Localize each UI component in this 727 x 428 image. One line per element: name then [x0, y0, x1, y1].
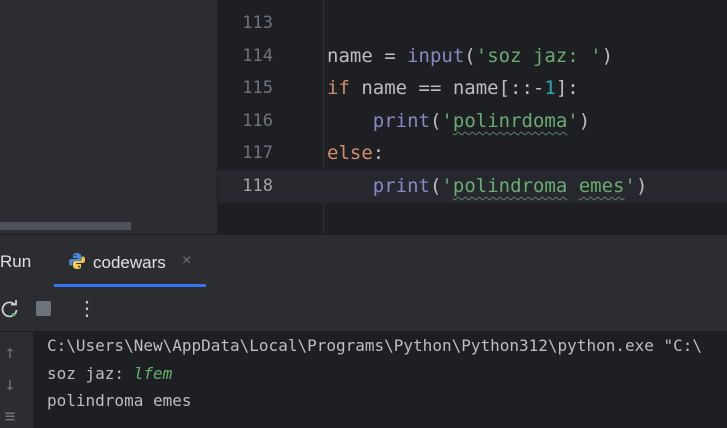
horizontal-scrollbar[interactable]: [0, 222, 131, 230]
close-icon[interactable]: ×: [182, 252, 191, 270]
typo-underline: emes: [578, 175, 625, 197]
run-toolbar: ⋮: [0, 287, 727, 332]
project-panel: [0, 0, 217, 234]
line-number: 114: [242, 46, 273, 66]
console-output-line: polindroma emes: [47, 391, 192, 410]
more-options-icon[interactable]: ⋮: [77, 296, 97, 320]
code-editor[interactable]: 113 114 name = input('soz jaz: ') 115 if…: [218, 0, 727, 234]
tab-label: codewars: [93, 253, 166, 272]
code-line-116[interactable]: 116 print('polinrdoma'): [218, 105, 727, 138]
python-icon: [69, 253, 85, 269]
soft-wrap-icon[interactable]: ≡: [0, 406, 20, 427]
code-line-113[interactable]: 113: [218, 7, 727, 40]
line-number: 116: [242, 111, 273, 131]
console-output[interactable]: C:\Users\New\AppData\Local\Programs\Pyth…: [33, 332, 727, 428]
code-text: print('polinrdoma'): [372, 110, 591, 132]
line-number: 113: [242, 13, 273, 33]
user-input-value: lfem: [133, 364, 173, 383]
tab-codewars[interactable]: codewars ×: [54, 235, 206, 287]
run-panel-title: Run: [0, 252, 32, 271]
console-prompt-line: soz jaz: lfem: [47, 364, 173, 383]
code-line-115[interactable]: 115 if name == name[::-1]:: [218, 72, 727, 105]
code-text: name = input('soz jaz: '): [327, 45, 614, 67]
line-number: 115: [242, 78, 273, 98]
scroll-up-icon[interactable]: ↑: [0, 342, 20, 363]
code-text: print('polindroma emes'): [372, 175, 648, 197]
code-line-114[interactable]: 114 name = input('soz jaz: '): [218, 40, 727, 73]
console-command-line: C:\Users\New\AppData\Local\Programs\Pyth…: [47, 336, 703, 355]
typo-underline: polindroma: [452, 175, 568, 197]
stop-icon[interactable]: [36, 301, 51, 316]
rerun-icon[interactable]: [0, 299, 20, 319]
code-text: else:: [327, 142, 385, 164]
scroll-down-icon[interactable]: ↓: [0, 374, 20, 395]
code-text: if name == name[::-1]:: [327, 77, 579, 99]
code-line-118[interactable]: 118 print('polindroma emes'): [218, 170, 727, 203]
code-line-117[interactable]: 117 else:: [218, 137, 727, 170]
run-tool-header: Run codewars ×: [0, 235, 727, 287]
line-number: 118: [242, 176, 273, 196]
typo-underline: polinrdoma: [452, 110, 568, 132]
line-number: 117: [242, 143, 273, 163]
console-side-toolbar: ↑ ↓ ≡: [0, 332, 33, 428]
